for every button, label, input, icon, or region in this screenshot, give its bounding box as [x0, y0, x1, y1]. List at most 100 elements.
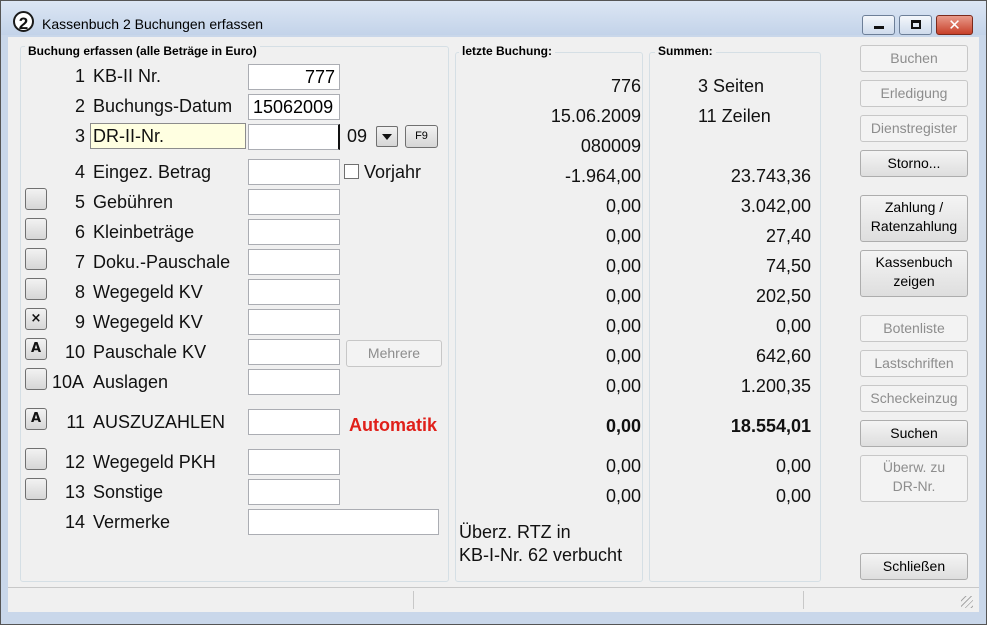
last-expenses: 0,00	[605, 376, 641, 396]
sum-amount-received: 23.743,36	[730, 166, 811, 186]
row-side-button[interactable]	[25, 248, 47, 270]
booking-date-input[interactable]: 15062009	[248, 94, 340, 120]
expenses-input[interactable]	[248, 369, 340, 395]
sum-travel-fee-kv: 202,50	[755, 286, 811, 306]
scheckeinzug-button[interactable]: Scheckeinzug	[860, 385, 968, 412]
fees-input[interactable]	[248, 189, 340, 215]
last-small-amounts: 0,00	[605, 226, 641, 246]
row-number: 6	[74, 222, 85, 242]
row-number: 2	[74, 96, 85, 116]
close-icon[interactable]: ×	[25, 308, 47, 330]
payout-label: AUSZUZAHLEN	[93, 412, 226, 432]
dr-nr-label: DR-II-Nr.	[90, 123, 246, 149]
last-doc-flat-fee: 0,00	[605, 256, 641, 276]
other-input[interactable]	[248, 479, 340, 505]
row-side-button[interactable]	[25, 218, 47, 240]
f9-button[interactable]: F9	[405, 125, 438, 148]
fees-label: Gebühren	[93, 192, 174, 212]
last-travel-fee-pkh: 0,00	[605, 456, 641, 476]
sums-title: Summen:	[655, 44, 716, 58]
kb-nr-label: KB-II Nr.	[93, 66, 162, 86]
payout-input[interactable]	[248, 409, 340, 435]
zahlung-button-line-1: Zahlung /	[884, 199, 944, 215]
travel-fee-kv-2-label: Wegegeld KV	[93, 312, 203, 332]
lastschriften-button[interactable]: Lastschriften	[860, 350, 968, 377]
entry-group-title: Buchung erfassen (alle Beträge in Euro)	[25, 44, 260, 58]
row-number: 11	[66, 412, 85, 432]
storno-button[interactable]: Storno...	[860, 150, 968, 177]
sum-pages: 3 Seiten	[698, 76, 765, 96]
row-side-button[interactable]	[25, 278, 47, 300]
transfer-note-line-1: Überz. RTZ in	[459, 522, 571, 542]
mehrere-button[interactable]: Mehrere	[346, 340, 442, 367]
row-side-button[interactable]	[25, 448, 47, 470]
last-amount-received: -1.964,00	[564, 166, 641, 186]
last-booking-date: 15.06.2009	[550, 106, 641, 126]
row-number: 4	[74, 162, 85, 182]
travel-fee-kv-input[interactable]	[248, 279, 340, 305]
kassenbuch-button-line-1: Kassenbuch	[875, 254, 953, 270]
botenliste-button[interactable]: Botenliste	[860, 315, 968, 342]
row-number: 14	[64, 512, 85, 532]
schliessen-button[interactable]: Schließen	[860, 553, 968, 580]
window-title: Kassenbuch 2 Buchungen erfassen	[42, 16, 264, 32]
travel-fee-kv-label: Wegegeld KV	[93, 282, 203, 302]
sum-other: 0,00	[775, 486, 811, 506]
flat-fee-kv-input[interactable]	[248, 339, 340, 365]
row-number: 7	[74, 252, 85, 272]
dr-year-dropdown-button[interactable]	[376, 126, 398, 147]
title-bar[interactable]: 2 Kassenbuch 2 Buchungen erfassen ✕	[1, 1, 986, 35]
transfer-note-line-2: KB-I-Nr. 62 verbucht	[459, 545, 623, 565]
a-icon[interactable]: A	[25, 338, 47, 360]
last-flat-fee-kv: 0,00	[605, 346, 641, 366]
row-number: 13	[64, 482, 85, 502]
last-kb-nr: 776	[610, 76, 641, 96]
sum-lines: 11 Zeilen	[698, 106, 771, 126]
a-icon[interactable]: A	[25, 408, 47, 430]
kassenbuch-button-line-2: zeigen	[893, 273, 935, 289]
row-side-button[interactable]	[25, 368, 47, 390]
row-number: 5	[74, 192, 85, 212]
zahlung-button-line-2: Ratenzahlung	[870, 218, 958, 234]
buchen-button[interactable]: Buchen	[860, 45, 968, 72]
row-number: 10A	[51, 372, 84, 392]
client-area: Buchung erfassen (alle Beträge in Euro) …	[8, 37, 979, 612]
flat-fee-kv-label: Pauschale KV	[93, 342, 207, 362]
last-travel-fee-kv-2: 0,00	[605, 316, 641, 336]
ueberweisung-button[interactable]: Überw. zu DR-Nr.	[860, 455, 968, 502]
status-divider	[413, 591, 414, 609]
row-side-button[interactable]	[25, 188, 47, 210]
row-number: 3	[74, 126, 85, 146]
row-side-button[interactable]	[25, 478, 47, 500]
sum-small-amounts: 27,40	[765, 226, 811, 246]
small-amounts-label: Kleinbeträge	[93, 222, 195, 242]
sum-fees: 3.042,00	[740, 196, 811, 216]
kb-nr-input[interactable]: 777	[248, 64, 340, 90]
erledigung-button[interactable]: Erledigung	[860, 80, 968, 107]
suchen-button[interactable]: Suchen	[860, 420, 968, 447]
sum-expenses: 1.200,35	[740, 376, 811, 396]
doc-flat-fee-input[interactable]	[248, 249, 340, 275]
amount-received-input[interactable]	[248, 159, 340, 185]
ueberw-button-line-1: Überw. zu	[882, 459, 946, 475]
row-number: 1	[74, 66, 85, 86]
notes-input[interactable]	[248, 509, 439, 535]
minimize-button[interactable]	[862, 15, 895, 35]
dr-nr-input[interactable]	[248, 124, 340, 150]
kassenbuch-zeigen-button[interactable]: Kassenbuch zeigen	[860, 250, 968, 297]
resize-grip-icon[interactable]	[961, 596, 973, 608]
zahlung-button[interactable]: Zahlung / Ratenzahlung	[860, 195, 968, 242]
vorjahr-label: Vorjahr	[364, 162, 422, 182]
maximize-button[interactable]	[899, 15, 932, 35]
dienstregister-button[interactable]: Dienstregister	[860, 115, 968, 142]
row-number: 8	[74, 282, 85, 302]
vorjahr-checkbox[interactable]	[344, 164, 359, 179]
travel-fee-kv-2-input[interactable]	[248, 309, 340, 335]
automatik-label: Automatik	[349, 415, 438, 435]
chevron-down-icon	[382, 134, 392, 140]
travel-fee-pkh-label: Wegegeld PKH	[93, 452, 216, 472]
travel-fee-pkh-input[interactable]	[248, 449, 340, 475]
other-label: Sonstige	[93, 482, 164, 502]
small-amounts-input[interactable]	[248, 219, 340, 245]
close-button[interactable]: ✕	[936, 15, 973, 35]
